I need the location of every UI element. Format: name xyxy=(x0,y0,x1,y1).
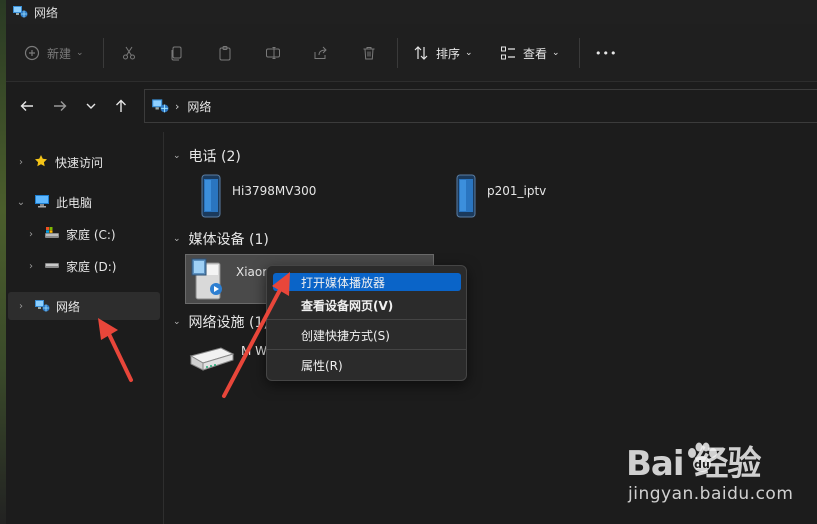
toolbar-divider xyxy=(103,38,104,68)
sidebar-item-quick-access[interactable]: › 快速访问 xyxy=(8,148,160,176)
paste-button[interactable] xyxy=(217,42,233,64)
breadcrumb-network[interactable]: 网络 xyxy=(187,98,211,115)
view-button[interactable]: 查看 ⌄ xyxy=(500,42,560,64)
delete-button[interactable] xyxy=(361,42,377,64)
paw-icon: du xyxy=(684,440,720,479)
sidebar-item-this-pc[interactable]: ⌄ 此电脑 xyxy=(8,188,160,216)
chevron-right-icon[interactable]: › xyxy=(14,157,28,168)
share-button[interactable] xyxy=(313,42,329,64)
device-label: p201_iptv xyxy=(487,184,547,198)
sidebar-item-drive-d[interactable]: › 家庭 (D:) xyxy=(8,252,160,280)
more-options-button[interactable]: ••• xyxy=(595,42,617,64)
chevron-right-icon[interactable]: › xyxy=(24,229,38,240)
sidebar-item-label: 快速访问 xyxy=(55,155,104,170)
chevron-down-icon: ⌄ xyxy=(465,48,473,58)
group-header-phones[interactable]: ⌄ 电话 (2) xyxy=(173,146,241,166)
command-bar: 新建 ⌄ 排序 ⌄ 查看 ⌄ ••• xyxy=(6,24,817,82)
back-button[interactable] xyxy=(16,96,38,118)
phone-icon xyxy=(455,174,477,221)
sidebar-item-label: 网络 xyxy=(56,299,81,314)
chevron-down-icon: ⌄ xyxy=(173,234,181,244)
device-item-hi3798mv300[interactable]: Hi3798MV300 xyxy=(200,174,316,221)
network-icon xyxy=(151,96,169,117)
toolbar-divider xyxy=(579,38,580,68)
new-button[interactable]: 新建 ⌄ xyxy=(24,42,84,64)
toolbar-divider xyxy=(397,38,398,68)
plus-circle-icon xyxy=(24,45,40,61)
chevron-right-icon[interactable]: › xyxy=(24,261,38,272)
recent-locations-button[interactable] xyxy=(80,96,102,118)
chevron-down-icon[interactable]: ⌄ xyxy=(14,197,28,208)
share-icon xyxy=(313,45,329,61)
cut-button[interactable] xyxy=(121,42,137,64)
arrow-right-icon xyxy=(53,99,67,116)
svg-text:du: du xyxy=(694,458,710,471)
sort-icon xyxy=(413,45,429,61)
breadcrumb-chevron-icon: › xyxy=(175,99,180,113)
clipboard-icon xyxy=(217,45,233,61)
menu-item-open-media-player[interactable]: 打开媒体播放器 xyxy=(273,273,461,291)
phone-icon xyxy=(200,174,222,221)
menu-item-properties[interactable]: 属性(R) xyxy=(273,356,461,374)
router-icon xyxy=(187,342,235,379)
up-button[interactable] xyxy=(110,96,132,118)
navigation-pane: › 快速访问 ⌄ 此电脑 › 家庭 (C:) › 家庭 (D:) › 网络 xyxy=(6,132,164,524)
sort-button[interactable]: 排序 ⌄ xyxy=(413,42,473,64)
chevron-down-icon: ⌄ xyxy=(173,151,181,161)
sidebar-item-network[interactable]: › 网络 xyxy=(8,292,160,320)
baidu-watermark: Bai 经验 du jingyan.baidu.com xyxy=(626,436,806,516)
sort-button-label: 排序 xyxy=(436,46,461,61)
menu-separator xyxy=(267,349,466,350)
window-title: 网络 xyxy=(34,5,59,20)
device-item-p201-iptv[interactable]: p201_iptv xyxy=(455,174,546,221)
group-header-label: 网络设施 (1) xyxy=(188,315,269,331)
network-icon xyxy=(34,297,50,316)
view-list-icon xyxy=(500,45,516,61)
media-device-icon xyxy=(190,257,226,304)
system-drive-icon xyxy=(44,226,60,243)
chevron-down-icon: ⌄ xyxy=(552,48,560,58)
device-item-router[interactable]: M Wi xyxy=(187,342,270,379)
chevron-right-icon[interactable]: › xyxy=(14,301,28,312)
navigation-row: › 网络 xyxy=(6,82,817,130)
group-header-media-devices[interactable]: ⌄ 媒体设备 (1) xyxy=(173,229,269,249)
arrow-left-icon xyxy=(20,99,34,116)
chevron-down-icon: ⌄ xyxy=(173,317,181,327)
sidebar-item-drive-c[interactable]: › 家庭 (C:) xyxy=(8,220,160,248)
more-icon: ••• xyxy=(595,46,618,60)
sidebar-item-label: 家庭 (D:) xyxy=(66,259,117,274)
menu-item-view-device-webpage[interactable]: 查看设备网页(V) xyxy=(273,296,461,314)
title-bar: 网络 xyxy=(6,0,817,24)
copy-icon xyxy=(169,45,185,61)
menu-separator xyxy=(267,319,466,320)
scissors-icon xyxy=(121,45,137,61)
address-bar[interactable]: › 网络 xyxy=(144,89,817,123)
chevron-down-icon: ⌄ xyxy=(76,48,84,58)
star-icon xyxy=(34,154,48,171)
rename-icon xyxy=(265,45,281,61)
arrow-up-icon xyxy=(114,99,128,116)
chevron-down-icon xyxy=(85,100,97,115)
sidebar-item-label: 此电脑 xyxy=(56,195,93,210)
watermark-url: jingyan.baidu.com xyxy=(628,484,794,504)
copy-button[interactable] xyxy=(169,42,185,64)
trash-icon xyxy=(361,45,377,61)
group-header-label: 媒体设备 (1) xyxy=(188,232,269,248)
new-button-label: 新建 xyxy=(47,46,72,61)
monitor-icon xyxy=(34,194,50,211)
sidebar-item-label: 家庭 (C:) xyxy=(66,227,116,242)
context-menu: 打开媒体播放器 查看设备网页(V) 创建快捷方式(S) 属性(R) xyxy=(266,265,467,381)
group-header-network-infrastructure[interactable]: ⌄ 网络设施 (1) xyxy=(173,312,269,332)
view-button-label: 查看 xyxy=(523,46,548,61)
device-label: Hi3798MV300 xyxy=(232,184,317,198)
rename-button[interactable] xyxy=(265,42,281,64)
menu-item-create-shortcut[interactable]: 创建快捷方式(S) xyxy=(273,326,461,344)
group-header-label: 电话 (2) xyxy=(188,149,241,165)
drive-icon xyxy=(44,258,60,275)
network-icon xyxy=(12,3,28,22)
forward-button[interactable] xyxy=(49,96,71,118)
